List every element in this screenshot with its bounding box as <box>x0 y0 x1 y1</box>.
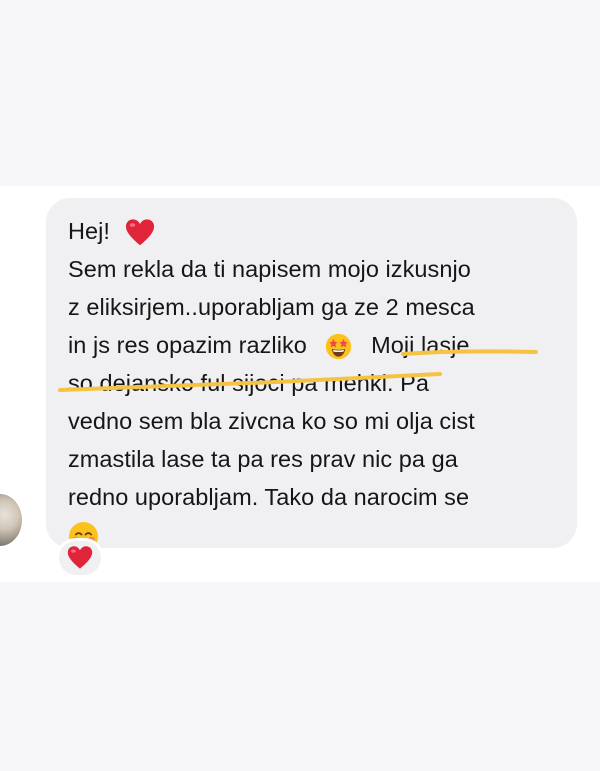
message-line-1: Hej! <box>68 212 561 250</box>
message-line-4: in js res opazim razliko Moji lasje <box>68 326 561 364</box>
message-line-3: z eliksirjem..uporabljam ga ze 2 mesca <box>68 294 475 320</box>
red-heart-icon <box>67 546 93 569</box>
message-line-8: redno uporabljam. Tako da narocim se <box>68 484 470 510</box>
message-bubble[interactable]: Hej! Sem rekla da ti napisem mojo izkusn… <box>46 198 577 552</box>
bottom-background <box>0 582 600 771</box>
star-struck-face-icon <box>326 334 352 360</box>
top-background <box>0 0 600 186</box>
message-line-7: zmastila lase ta pa res prav nic pa ga <box>68 446 458 472</box>
message-line-6: vedno sem bla zivcna ko so mi olja cist <box>68 408 475 434</box>
heart-reaction[interactable] <box>56 538 104 578</box>
message-line-9 <box>68 516 561 554</box>
message-line-2: Sem rekla da ti napisem mojo izkusnjo <box>68 256 471 282</box>
red-heart-icon <box>125 219 154 245</box>
sender-avatar[interactable] <box>0 494 22 546</box>
message-line-5: so dejansko ful sijoci pa mehki. Pa <box>68 370 429 396</box>
